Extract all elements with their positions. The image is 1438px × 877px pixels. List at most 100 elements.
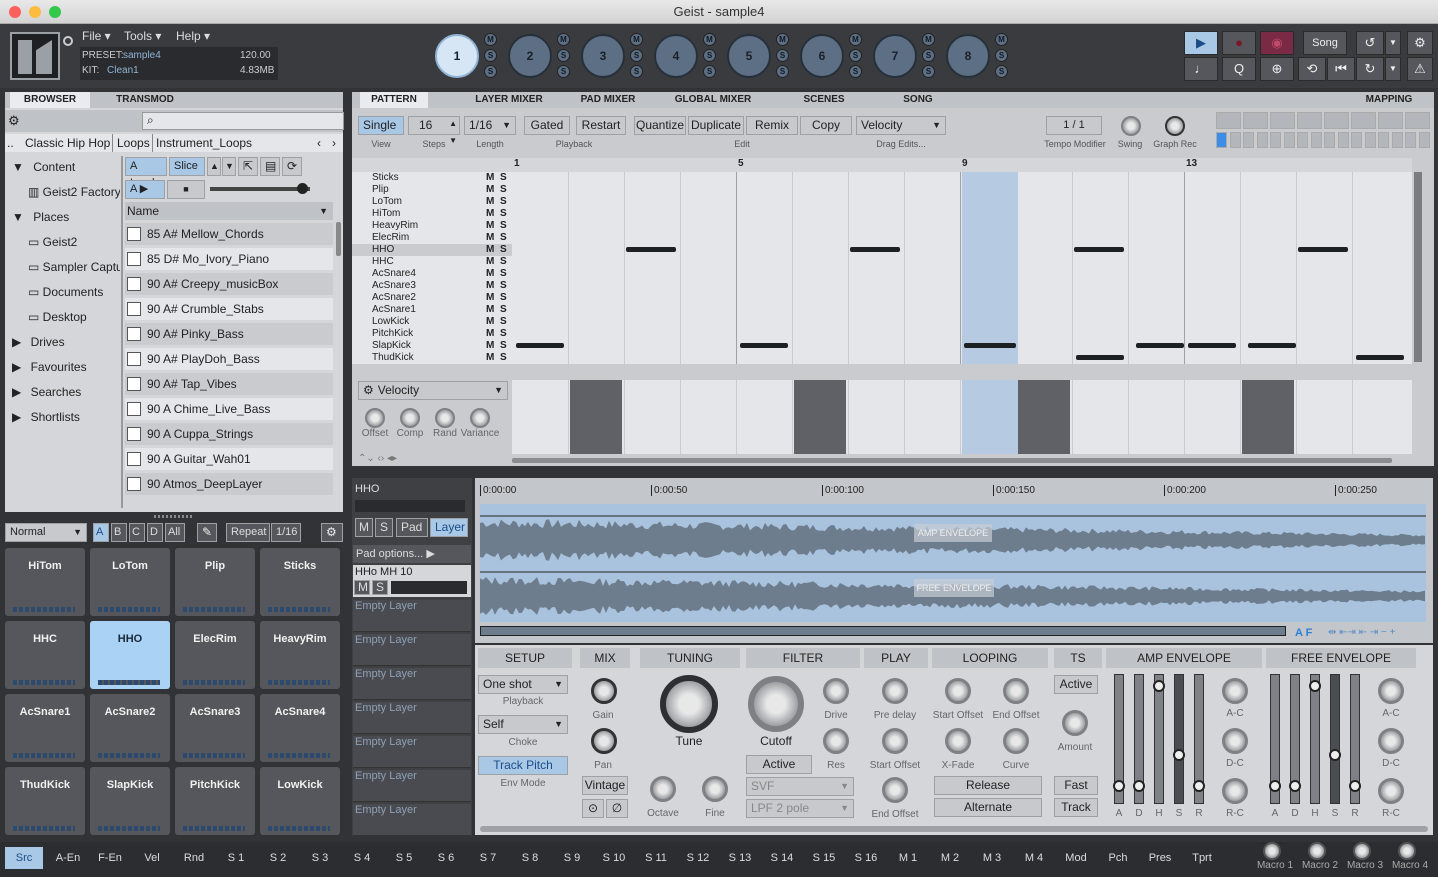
pad-plip[interactable]: Plip (175, 548, 255, 616)
tools-menu[interactable]: Tools ▾ (124, 29, 161, 43)
bottom-tab-s3[interactable]: S 3 (300, 847, 340, 869)
pattern-row-label[interactable]: HHO M S (352, 244, 512, 256)
pattern-note[interactable] (1188, 343, 1236, 348)
lane-settings-icon[interactable]: ⚙ (363, 383, 374, 397)
pad-settings-icon[interactable]: ⚙ (321, 523, 343, 542)
tree-searches[interactable]: ▶ Searches (12, 385, 81, 399)
env-h-slider[interactable] (1154, 674, 1164, 804)
remix-button[interactable]: Remix (746, 116, 798, 135)
grid-horizontal-scrollbar[interactable] (512, 458, 1392, 463)
solo-toggle[interactable]: S (995, 49, 1008, 62)
loop-record-button[interactable]: ◉ (1260, 31, 1294, 55)
undo-dropdown-icon[interactable]: ▼ (1385, 31, 1401, 55)
release-button[interactable]: Release (934, 776, 1042, 795)
pattern-row-label[interactable]: HiTom M S (352, 208, 512, 220)
empty-layer-slot[interactable]: Empty Layer (353, 702, 471, 734)
bottom-tab-src[interactable]: Src (5, 847, 43, 869)
tree-documents[interactable]: ▭ Documents (28, 285, 103, 299)
mute-toggle[interactable]: M (922, 33, 935, 46)
redo-dropdown-icon[interactable]: ▼ (1385, 57, 1401, 81)
parent-folder-icon[interactable]: ⇱ (238, 157, 258, 176)
pattern-slot[interactable] (1351, 112, 1376, 129)
drag-edit-dropdown[interactable]: Velocity ▼ (856, 116, 946, 135)
row-mute-toggle[interactable]: M (486, 184, 494, 196)
env-rc-knob[interactable] (1378, 778, 1404, 804)
amp-envelope-overlay[interactable]: AMP ENVELOPE (914, 524, 992, 542)
row-solo-toggle[interactable]: S (500, 184, 507, 196)
variance-knob[interactable] (470, 408, 490, 428)
bottom-tab-m3[interactable]: M 3 (972, 847, 1012, 869)
file-list-item[interactable]: 85 D# Mo_Ivory_Piano (125, 248, 333, 270)
restart-button[interactable]: Restart (576, 116, 626, 135)
row-solo-toggle[interactable]: S (500, 208, 507, 220)
row-mute-toggle[interactable]: M (486, 268, 494, 280)
browser-search-input[interactable]: ⌕ (142, 112, 344, 130)
solo-toggle[interactable]: S (922, 49, 935, 62)
pattern-slot[interactable] (1405, 132, 1416, 148)
octave-knob[interactable] (650, 776, 676, 802)
row-mute-toggle[interactable]: M (486, 352, 494, 364)
name-column-header[interactable]: Name ▼ (125, 202, 333, 220)
phase-invert-icon[interactable]: ∅ (606, 799, 628, 818)
row-mute-toggle[interactable]: M (486, 292, 494, 304)
env-rc-knob[interactable] (1222, 778, 1248, 804)
bottom-tab-m1[interactable]: M 1 (888, 847, 928, 869)
steps-stepper[interactable]: 16 ▲ ▼ (408, 116, 460, 145)
pattern-slot[interactable] (1324, 112, 1349, 129)
solo-toggle[interactable]: S (849, 49, 862, 62)
row-mute-toggle[interactable]: M (486, 244, 494, 256)
bottom-tab-f-en[interactable]: F-En (90, 847, 130, 869)
tab-song[interactable]: SONG (898, 92, 938, 108)
length-dropdown[interactable]: 1/16 ▼ (464, 116, 516, 135)
row-mute-toggle[interactable]: M (486, 340, 494, 352)
tree-places[interactable]: ▼ Places (12, 210, 69, 224)
bottom-tab-s12[interactable]: S 12 (678, 847, 718, 869)
record-button[interactable]: ● (1222, 31, 1256, 55)
solo-toggle[interactable]: S (849, 65, 862, 78)
reverse-icon[interactable]: ⊙ (582, 799, 604, 818)
lane-dropdown[interactable]: ⚙ Velocity ▼ (358, 381, 508, 400)
bank-a-button[interactable]: A (93, 523, 109, 542)
pattern-grid[interactable] (512, 172, 1412, 364)
pattern-note[interactable] (516, 343, 564, 348)
tree-content[interactable]: ▼ Content (12, 160, 75, 174)
audition-play-button[interactable]: A ▶ (125, 180, 165, 199)
pattern-slot[interactable] (1378, 132, 1389, 148)
waveform-overview-scrollbar[interactable] (480, 626, 1286, 636)
pattern-note[interactable] (1248, 343, 1296, 348)
pad-pitchkick[interactable]: PitchKick (175, 767, 255, 835)
pattern-slot[interactable] (1324, 132, 1335, 148)
pattern-row-label[interactable]: LoTom M S (352, 196, 512, 208)
load-button[interactable]: A Load (125, 157, 167, 189)
pattern-slot[interactable] (1243, 132, 1254, 148)
metronome-icon[interactable]: ♩ (1184, 57, 1218, 81)
bottom-tab-s7[interactable]: S 7 (468, 847, 508, 869)
audition-volume-slider[interactable] (210, 183, 310, 194)
bottom-tab-s10[interactable]: S 10 (594, 847, 634, 869)
file-list-scrollbar[interactable] (336, 222, 341, 256)
top-pad-2[interactable]: 2 (508, 34, 552, 78)
drive-knob[interactable] (823, 678, 849, 704)
bottom-tab-mod[interactable]: Mod (1056, 847, 1096, 869)
tab-pattern[interactable]: PATTERN (360, 92, 428, 108)
pattern-slot[interactable] (1229, 132, 1241, 148)
end-offset-knob[interactable] (882, 777, 908, 803)
pattern-note[interactable] (1076, 355, 1124, 360)
filter-mode-dropdown[interactable]: LPF 2 pole ▼ (746, 799, 854, 818)
pattern-row-label[interactable]: AcSnare3 M S (352, 280, 512, 292)
tree-sampler-capture[interactable]: ▭ Sampler Capture (28, 260, 120, 274)
file-list-item[interactable]: 90 A# Pinky_Bass (125, 323, 333, 345)
row-solo-toggle[interactable]: S (500, 232, 507, 244)
pattern-slot[interactable] (1270, 112, 1295, 129)
top-pad-4[interactable]: 4 (654, 34, 698, 78)
alternate-button[interactable]: Alternate (934, 798, 1042, 817)
ts-active-button[interactable]: Active (1054, 675, 1098, 694)
track-pitch-button[interactable]: Track Pitch (478, 756, 568, 775)
file-list-item[interactable]: 90 A# Tap_Vibes (125, 373, 333, 395)
pattern-slot[interactable] (1256, 132, 1268, 148)
row-solo-toggle[interactable]: S (500, 220, 507, 232)
copy-button[interactable]: Copy (800, 116, 852, 135)
tree-geist2[interactable]: ▭ Geist2 (28, 235, 77, 249)
free-envelope-overlay[interactable]: FREE ENVELOPE (914, 579, 994, 597)
bank-c-button[interactable]: C (129, 523, 145, 542)
